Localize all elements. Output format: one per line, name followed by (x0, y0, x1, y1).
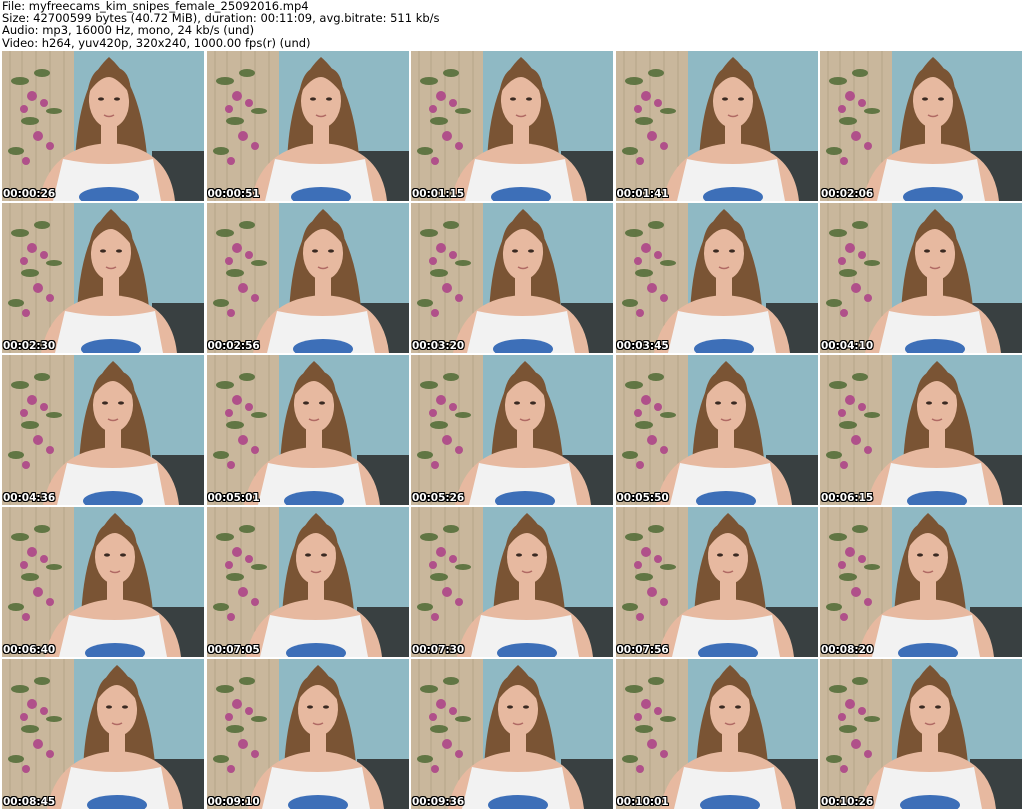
thumbnail-timestamp: 00:04:10 (821, 340, 874, 352)
frame-image (615, 203, 818, 353)
video-thumbnail: 00:02:06 (820, 51, 1022, 201)
frame-image (206, 507, 409, 657)
video-thumbnail: 00:06:15 (820, 355, 1022, 505)
frame-image (820, 659, 1022, 809)
frame-image (820, 203, 1022, 353)
video-thumbnail: 00:02:56 (206, 203, 409, 353)
video-thumbnail: 00:00:51 (206, 51, 409, 201)
thumbnail-timestamp: 00:02:06 (821, 188, 874, 200)
thumbnail-timestamp: 00:05:50 (616, 492, 669, 504)
thumbnail-timestamp: 00:03:20 (412, 340, 465, 352)
video-thumbnail: 00:10:01 (615, 659, 818, 809)
thumbnail-timestamp: 00:05:01 (207, 492, 260, 504)
frame-image (411, 355, 613, 505)
video-thumbnail: 00:03:45 (615, 203, 818, 353)
frame-image (411, 507, 613, 657)
thumbnail-timestamp: 00:06:15 (821, 492, 874, 504)
thumbnail-timestamp: 00:01:15 (412, 188, 465, 200)
thumbnail-timestamp: 00:10:01 (616, 796, 669, 808)
video-thumbnail: 00:01:41 (615, 51, 818, 201)
frame-image (2, 507, 204, 657)
video-thumbnail: 00:04:10 (820, 203, 1022, 353)
video-thumbnail: 00:06:40 (2, 507, 204, 657)
frame-image (206, 659, 409, 809)
frame-image (615, 355, 818, 505)
thumbnail-timestamp: 00:08:20 (821, 644, 874, 656)
video-thumbnail: 00:08:45 (2, 659, 204, 809)
video-info-line: Video: h264, yuv420p, 320x240, 1000.00 f… (2, 35, 311, 50)
video-thumbnail: 00:05:01 (206, 355, 409, 505)
frame-image (411, 659, 613, 809)
frame-image (615, 659, 818, 809)
thumbnail-timestamp: 00:02:30 (3, 340, 56, 352)
video-thumbnail: 00:00:26 (2, 51, 204, 201)
thumbnail-timestamp: 00:07:56 (616, 644, 669, 656)
video-thumbnail: 00:07:56 (615, 507, 818, 657)
frame-image (820, 355, 1022, 505)
frame-image (206, 203, 409, 353)
thumbnail-timestamp: 00:02:56 (207, 340, 260, 352)
video-thumbnail: 00:01:15 (411, 51, 613, 201)
video-thumbnail: 00:07:30 (411, 507, 613, 657)
video-thumbnail: 00:05:26 (411, 355, 613, 505)
audio-info-line: Audio: mp3, 16000 Hz, mono, 24 kb/s (und… (2, 23, 255, 38)
frame-image (2, 51, 204, 201)
video-thumbnail: 00:10:26 (820, 659, 1022, 809)
thumbnail-timestamp: 00:05:26 (412, 492, 465, 504)
thumbnail-timestamp: 00:10:26 (821, 796, 874, 808)
video-thumbnail: 00:07:05 (206, 507, 409, 657)
video-thumbnail: 00:05:50 (615, 355, 818, 505)
file-info-header: File: myfreecams_kim_snipes_female_25092… (2, 0, 1022, 50)
thumbnail-timestamp: 00:06:40 (3, 644, 56, 656)
thumbnail-timestamp: 00:00:51 (207, 188, 260, 200)
frame-image (2, 659, 204, 809)
thumbnail-timestamp: 00:00:26 (3, 188, 56, 200)
thumbnail-timestamp: 00:03:45 (616, 340, 669, 352)
video-thumbnail: 00:08:20 (820, 507, 1022, 657)
thumbnail-grid: 00:00:26 00:00:51 00:01:15 00:01:41 00:02:06… (2, 51, 1022, 809)
frame-image (615, 51, 818, 201)
thumbnail-timestamp: 00:09:10 (207, 796, 260, 808)
thumbnail-timestamp: 00:07:05 (207, 644, 260, 656)
frame-image (820, 51, 1022, 201)
frame-image (615, 507, 818, 657)
frame-image (411, 51, 613, 201)
frame-image (2, 355, 204, 505)
thumbnail-timestamp: 00:07:30 (412, 644, 465, 656)
thumbnail-timestamp: 00:09:36 (412, 796, 465, 808)
video-thumbnail: 00:09:10 (206, 659, 409, 809)
thumbnail-timestamp: 00:01:41 (616, 188, 669, 200)
frame-image (411, 203, 613, 353)
frame-image (2, 203, 204, 353)
thumbnail-timestamp: 00:08:45 (3, 796, 56, 808)
frame-image (206, 51, 409, 201)
video-thumbnail: 00:09:36 (411, 659, 613, 809)
video-thumbnail: 00:03:20 (411, 203, 613, 353)
frame-image (820, 507, 1022, 657)
thumbnail-timestamp: 00:04:36 (3, 492, 56, 504)
frame-image (206, 355, 409, 505)
video-thumbnail: 00:02:30 (2, 203, 204, 353)
video-thumbnail: 00:04:36 (2, 355, 204, 505)
